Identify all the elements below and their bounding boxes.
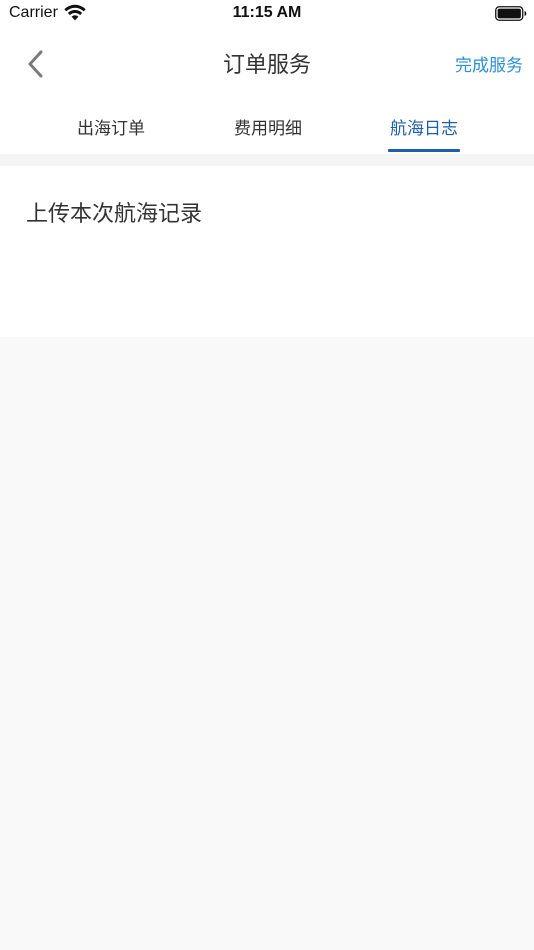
battery-icon	[495, 6, 527, 21]
tab-bar: 出海订单 费用明细 航海日志	[0, 96, 534, 154]
screen: Carrier 11:15 AM 订单服务 完成服务 出海订单 费用明细 航海日…	[0, 0, 534, 950]
voyage-log-card: 上传本次航海记录	[0, 166, 534, 337]
tab-sea-orders[interactable]: 出海订单	[51, 114, 171, 139]
page-title: 订单服务	[222, 53, 311, 78]
section-divider	[0, 154, 534, 166]
active-tab-indicator	[388, 149, 460, 152]
status-bar: Carrier 11:15 AM	[0, 0, 534, 28]
tab-voyage-log[interactable]: 航海日志	[364, 114, 484, 139]
status-time: 11:15 AM	[232, 4, 302, 21]
tab-fee-details[interactable]: 费用明细	[208, 114, 328, 139]
upload-voyage-record[interactable]: 上传本次航海记录	[26, 196, 202, 228]
navigation-bar: 订单服务 完成服务	[0, 28, 534, 96]
complete-service-button[interactable]: 完成服务	[455, 51, 523, 76]
